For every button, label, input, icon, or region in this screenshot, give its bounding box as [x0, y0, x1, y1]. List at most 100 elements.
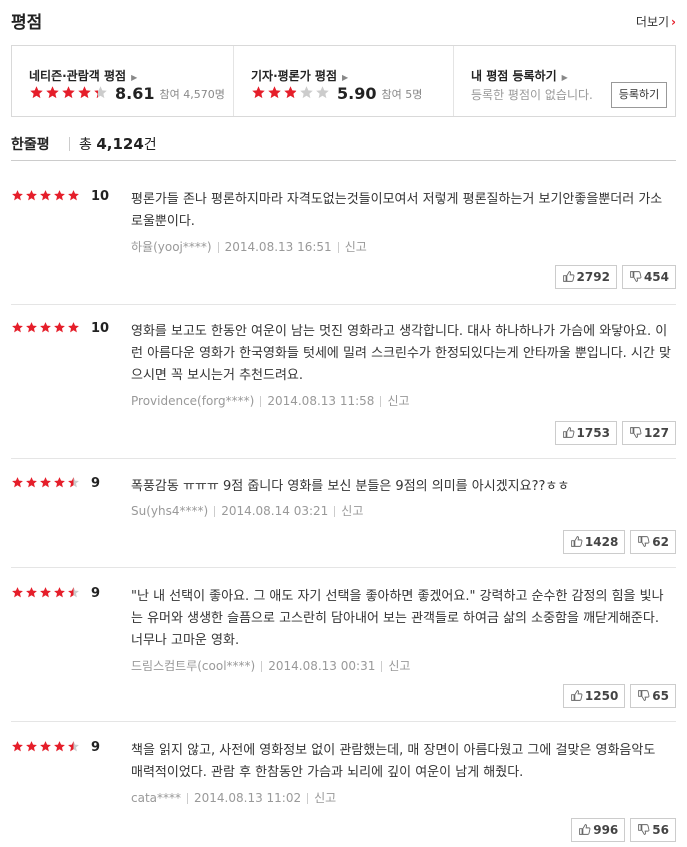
critic-score: 5.90 [337, 84, 377, 103]
review-author[interactable]: 드림스컴트루(cool****) [131, 659, 255, 673]
divider [69, 137, 70, 151]
star-icon [39, 476, 52, 489]
my-rating-panel: 내 평점 등록하기 ▶ 등록한 평점이 없습니다. 등록하기 [454, 46, 675, 116]
star-icon [267, 85, 282, 100]
review-total: 총 4,124건 [79, 134, 157, 154]
review-text: 책을 읽지 않고, 사전에 영화정보 없이 관람했는데, 매 장면이 아름다웠고… [131, 743, 656, 780]
star-icon [53, 189, 66, 202]
thumbs-up-icon [578, 823, 593, 837]
star-icon [53, 321, 66, 334]
review-total-count: 4,124 [96, 135, 144, 153]
divider [381, 661, 383, 672]
dislike-button[interactable]: 62 [630, 530, 676, 554]
star-icon [11, 321, 24, 334]
divider [334, 506, 336, 517]
thumbs-up-icon [562, 270, 577, 284]
review-meta: 하율(yooj****) 2014.08.13 16:51 신고 [131, 238, 367, 255]
review-star-rating [11, 740, 81, 756]
my-rating-link[interactable]: 내 평점 등록하기 ▶ [471, 67, 568, 84]
critic-participants: 참여 5명 [381, 87, 423, 101]
star-icon [315, 85, 330, 100]
rating-summary: 네티즌·관람객 평점 ▶ 8.61 참여 4,570명 기자·평론가 평점 ▶ 5.9… [11, 45, 676, 117]
divider [307, 793, 309, 804]
dislike-count: 56 [652, 823, 669, 837]
thumbs-up-icon [570, 689, 585, 703]
dislike-count: 127 [643, 426, 669, 440]
star-icon [299, 85, 314, 100]
report-link[interactable]: 신고 [345, 240, 367, 254]
thumbs-down-icon [637, 535, 652, 549]
report-link[interactable]: 신고 [341, 504, 363, 518]
dislike-count: 62 [652, 535, 669, 549]
vote-buttons: 1428 62 [558, 530, 676, 554]
triangle-right-icon: ▶ [561, 73, 568, 82]
like-count: 996 [593, 823, 619, 837]
review-author[interactable]: cata**** [131, 791, 181, 805]
review-score: 9 [91, 586, 101, 601]
review-star-rating [11, 476, 81, 492]
more-link[interactable]: 더보기 › [636, 13, 676, 30]
star-icon [39, 189, 52, 202]
rating-header: 평점 더보기 › [11, 6, 676, 34]
divider [337, 242, 339, 253]
oneline-review-header: 한줄평 총 4,124건 [11, 131, 676, 161]
vote-buttons: 1250 65 [558, 684, 676, 708]
review-date: 2014.08.13 00:31 [268, 659, 376, 673]
vote-buttons: 1753 127 [550, 421, 676, 445]
star-icon [67, 476, 80, 489]
like-button[interactable]: 2792 [554, 265, 617, 289]
netizen-rating-link[interactable]: 네티즌·관람객 평점 ▶ [29, 67, 137, 84]
star-icon [29, 85, 44, 100]
my-rating-empty-text: 등록한 평점이 없습니다. [471, 88, 593, 102]
register-rating-button[interactable]: 등록하기 [611, 82, 667, 108]
review-star-rating [11, 321, 81, 337]
review-total-suffix: 건 [143, 137, 157, 153]
more-link-label: 더보기 [635, 15, 670, 29]
star-icon [45, 85, 60, 100]
like-button[interactable]: 1428 [562, 530, 626, 554]
dislike-button[interactable]: 65 [630, 684, 676, 708]
report-link[interactable]: 신고 [388, 659, 410, 673]
review-date: 2014.08.13 11:58 [267, 394, 375, 408]
netizen-score: 8.61 [115, 84, 155, 103]
dislike-button[interactable]: 454 [621, 265, 676, 289]
review-star-rating [11, 586, 81, 602]
netizen-rating-panel: 네티즌·관람객 평점 ▶ 8.61 참여 4,570명 [12, 46, 234, 116]
like-button[interactable]: 996 [571, 818, 626, 842]
review-author[interactable]: 하율(yooj****) [131, 240, 212, 254]
star-icon [67, 586, 80, 599]
critic-star-rating [251, 85, 331, 103]
netizen-participants: 참여 4,570명 [159, 87, 225, 101]
review-text: 영화를 보고도 한동안 여운이 남는 멋진 영화라고 생각합니다. 대사 하나하… [131, 324, 671, 383]
divider [380, 396, 382, 407]
divider [217, 242, 219, 253]
critic-rating-link[interactable]: 기자·평론가 평점 ▶ [251, 67, 348, 84]
review-text: 폭풍감동 ㅠㅠㅠ 9점 줍니다 영화를 보신 분들은 9점의 의미를 아시겠지요… [131, 479, 570, 494]
star-icon [283, 85, 298, 100]
star-icon [67, 189, 80, 202]
review-text: "난 내 선택이 좋아요. 그 애도 자기 선택을 좋아하면 좋겠어요." 강력… [131, 589, 664, 648]
star-icon [11, 740, 24, 753]
section-title: 평점 [11, 13, 43, 33]
thumbs-down-icon [629, 270, 644, 284]
like-button[interactable]: 1250 [562, 684, 626, 708]
review-star-rating [11, 189, 81, 205]
report-link[interactable]: 신고 [314, 791, 336, 805]
review-author[interactable]: Providence(forg****) [131, 394, 254, 408]
star-icon [39, 586, 52, 599]
review-author[interactable]: Su(yhs4****) [131, 504, 208, 518]
chevron-right-icon: › [671, 15, 676, 29]
dislike-button[interactable]: 56 [630, 818, 676, 842]
dislike-button[interactable]: 127 [621, 421, 676, 445]
star-icon [77, 85, 92, 100]
netizen-rating-label: 네티즌·관람객 평점 [29, 69, 127, 83]
star-icon [39, 321, 52, 334]
review-meta: Providence(forg****) 2014.08.13 11:58 신고 [131, 392, 410, 409]
like-button[interactable]: 1753 [554, 421, 617, 445]
star-icon [11, 586, 24, 599]
star-icon [53, 740, 66, 753]
triangle-right-icon: ▶ [342, 73, 349, 82]
star-icon [25, 321, 38, 334]
report-link[interactable]: 신고 [387, 394, 409, 408]
review-meta: cata**** 2014.08.13 11:02 신고 [131, 789, 336, 806]
